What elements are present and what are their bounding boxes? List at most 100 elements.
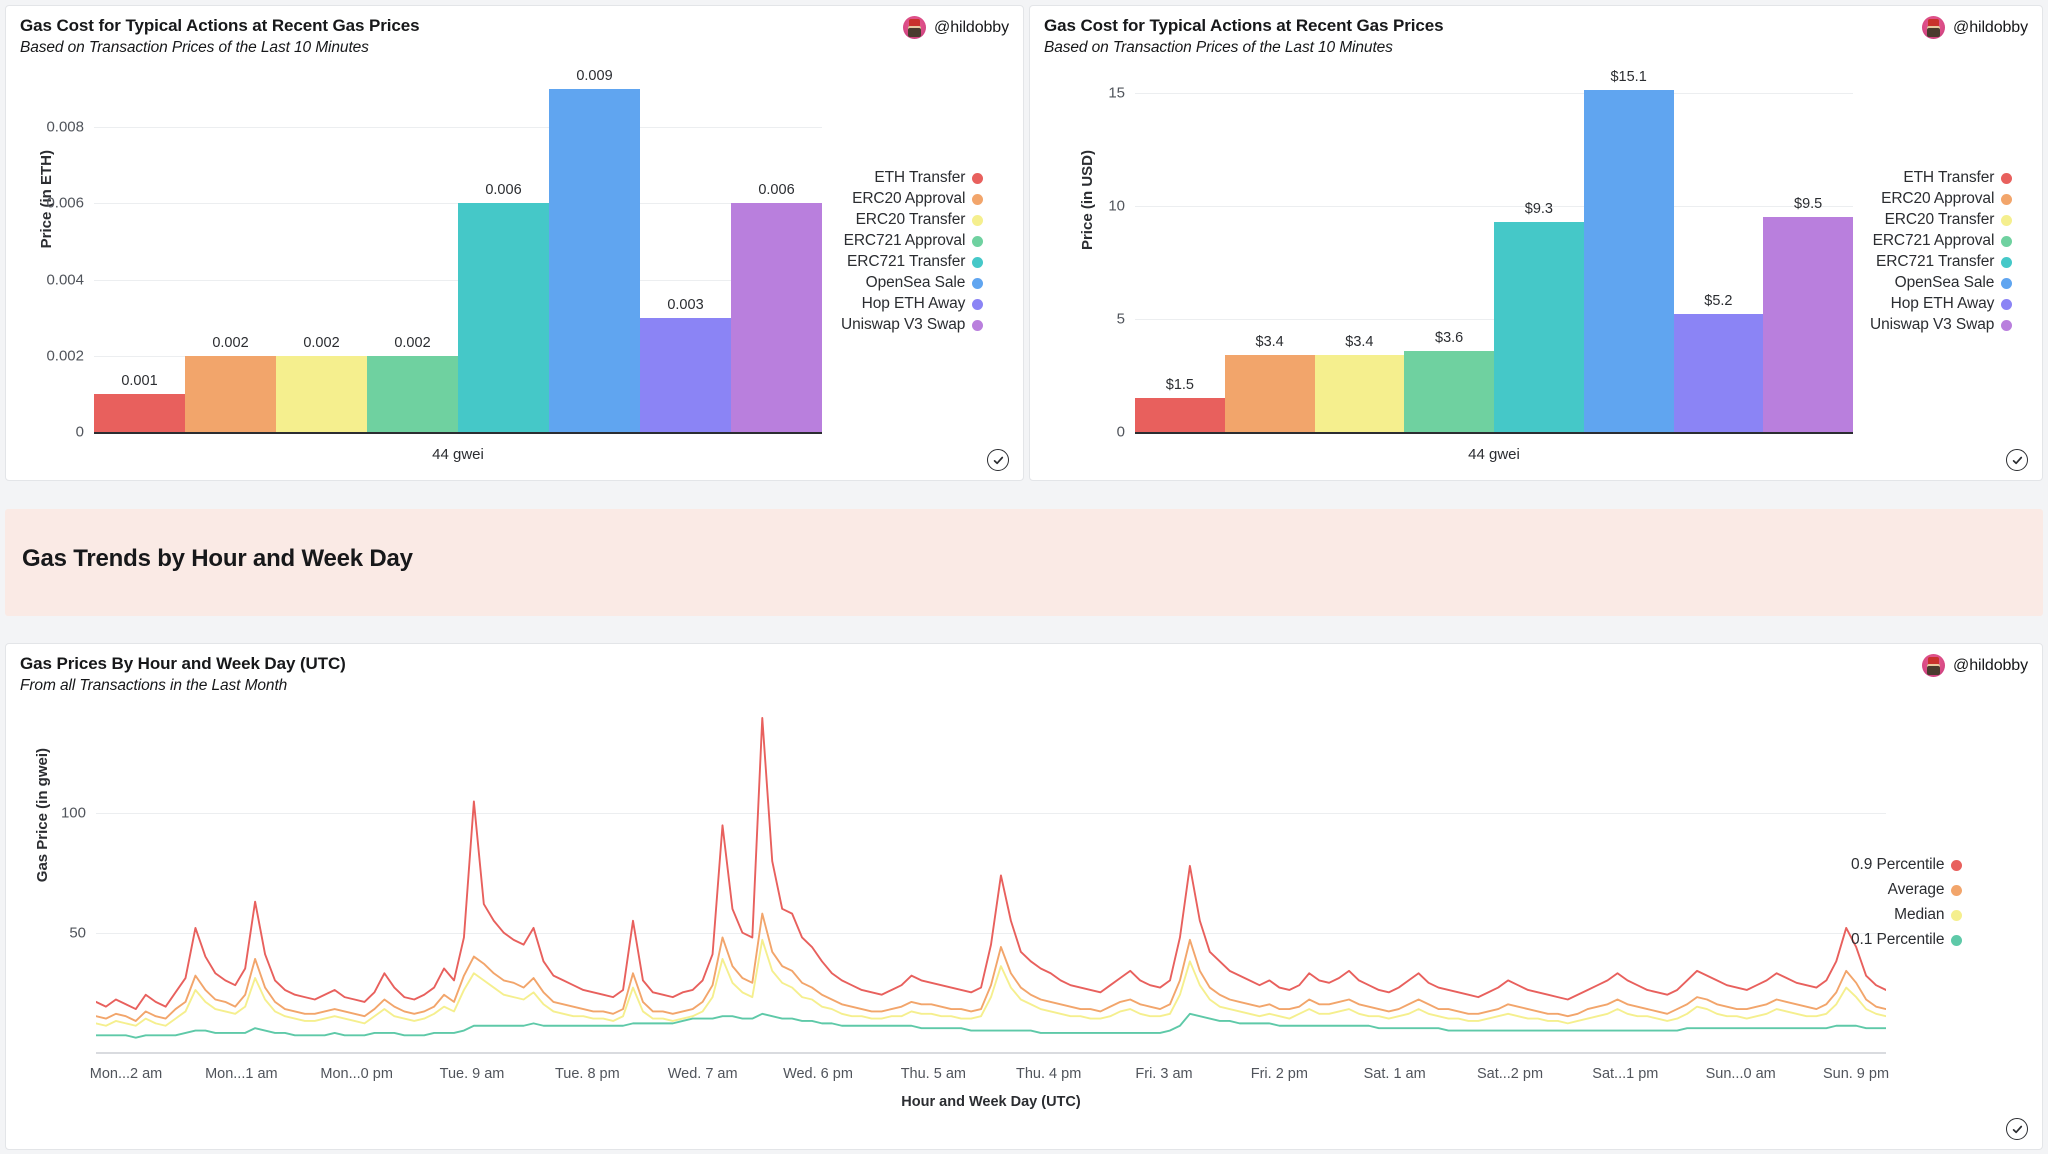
check-circle-icon[interactable]	[2006, 1118, 2028, 1140]
legend-item[interactable]: OpenSea Sale	[1895, 274, 2013, 292]
bar[interactable]	[1494, 221, 1584, 432]
y-axis-label: Gas Price (in gwei)	[34, 747, 51, 882]
bar-slot[interactable]: $1.5	[1135, 70, 1225, 432]
legend-label: Median	[1894, 906, 1945, 923]
panel-header: Gas Cost for Typical Actions at Recent G…	[20, 16, 1009, 57]
y-axis-tick: 0.006	[46, 194, 84, 212]
bar[interactable]	[276, 355, 367, 432]
y-axis-tick: 0.002	[46, 347, 84, 365]
bar[interactable]	[1404, 350, 1494, 432]
bar-slot[interactable]: 0.001	[94, 70, 185, 432]
legend-item[interactable]: ERC721 Transfer	[1876, 253, 2013, 271]
bar-slot[interactable]: $9.5	[1763, 70, 1853, 432]
x-axis-line	[1135, 432, 1853, 434]
x-axis-tick: Mon...0 pm	[320, 1066, 393, 1082]
y-axis-tick: 5	[1116, 310, 1125, 328]
legend-item[interactable]: Uniswap V3 Swap	[1870, 316, 2013, 334]
legend-label: ERC20 Transfer	[855, 211, 966, 228]
bar-slot[interactable]: $3.4	[1314, 70, 1405, 432]
bar[interactable]	[640, 317, 731, 432]
legend-label: Average	[1887, 881, 1945, 898]
legend-color-swatch	[972, 277, 984, 289]
bar[interactable]	[458, 203, 549, 432]
user-badge[interactable]: @hildobby	[903, 16, 1009, 39]
legend-item[interactable]: 0.9 Percentile	[1851, 856, 1963, 874]
bar[interactable]	[94, 393, 185, 432]
bar-slot[interactable]: $3.6	[1404, 70, 1494, 432]
legend-item[interactable]: Hop ETH Away	[862, 295, 984, 313]
x-axis-tick: Sat...1 pm	[1592, 1066, 1659, 1082]
legend-item[interactable]: Average	[1888, 881, 1963, 899]
legend-item[interactable]: ERC20 Transfer	[1885, 211, 2013, 229]
line-plot: Gas Price (in gwei) 50 100 Mon...2 am Mon...…	[34, 706, 1889, 1110]
bar-slot[interactable]: 0.002	[185, 70, 276, 432]
x-axis-tick: Mon...1 am	[205, 1066, 278, 1082]
bar[interactable]	[367, 355, 458, 432]
x-axis-tick: Tue. 8 pm	[554, 1066, 620, 1082]
panel-header: Gas Cost for Typical Actions at Recent G…	[1044, 16, 2028, 57]
legend-color-swatch	[2001, 277, 2013, 289]
dashboard-page: Gas Cost for Typical Actions at Recent G…	[0, 0, 2048, 1154]
check-circle-icon[interactable]	[987, 449, 1009, 471]
chart-legend[interactable]: ETH Transfer ERC20 Approval ERC20 Transfer…	[1870, 169, 2013, 334]
bar-slot[interactable]: $5.2	[1673, 70, 1764, 432]
bar-slot[interactable]: 0.003	[640, 70, 731, 432]
chart-legend[interactable]: 0.9 Percentile Average Median 0.1 Percentil…	[1851, 856, 1963, 949]
legend-label: ERC721 Approval	[1872, 232, 1995, 249]
legend-label: Uniswap V3 Swap	[1870, 316, 1995, 333]
legend-label: ERC721 Approval	[843, 232, 966, 249]
bar-slot[interactable]: 0.009	[549, 68, 640, 432]
bar[interactable]	[1673, 314, 1764, 432]
legend-item[interactable]: OpenSea Sale	[866, 274, 984, 292]
bar[interactable]	[731, 203, 822, 432]
bar-slot[interactable]: 0.002	[276, 70, 367, 432]
bar-value-label: 0.006	[485, 182, 522, 199]
user-badge[interactable]: @hildobby	[1922, 16, 2028, 39]
bar-value-label: $3.4	[1255, 334, 1284, 351]
legend-label: ETH Transfer	[874, 169, 966, 186]
y-axis-tick: 15	[1108, 84, 1125, 102]
bar[interactable]	[549, 89, 640, 432]
bar-slot[interactable]: 0.002	[367, 70, 458, 432]
legend-item[interactable]: Median	[1894, 906, 1963, 924]
legend-item[interactable]: Hop ETH Away	[1891, 295, 2013, 313]
bar[interactable]	[185, 355, 276, 432]
legend-item[interactable]: ERC721 Approval	[844, 232, 984, 250]
legend-item[interactable]: ERC721 Transfer	[847, 253, 984, 271]
y-axis-tick: 50	[69, 924, 86, 942]
check-circle-icon[interactable]	[2006, 449, 2028, 471]
legend-item[interactable]: ERC721 Approval	[1873, 232, 2013, 250]
legend-color-swatch	[2001, 319, 2013, 331]
avatar-pixel-icon	[1922, 16, 1946, 39]
bar[interactable]	[1314, 355, 1405, 432]
legend-item[interactable]: Uniswap V3 Swap	[841, 316, 984, 334]
y-axis-tick: 0	[1116, 423, 1125, 441]
user-badge[interactable]: @hildobby	[1922, 654, 2028, 677]
bar-slot[interactable]: $9.3	[1494, 70, 1584, 432]
legend-item[interactable]: ERC20 Approval	[852, 190, 984, 208]
legend-color-swatch	[1951, 884, 1963, 896]
legend-item[interactable]: ERC20 Approval	[1881, 190, 2013, 208]
bar[interactable]	[1135, 398, 1225, 432]
legend-item[interactable]: ETH Transfer	[874, 169, 984, 187]
legend-color-swatch	[972, 214, 984, 226]
avatar-pixel-icon	[903, 16, 927, 39]
legend-color-swatch	[2001, 214, 2013, 226]
chart-legend[interactable]: ETH Transfer ERC20 Approval ERC20 Transfer…	[841, 169, 984, 334]
legend-item[interactable]: ERC20 Transfer	[856, 211, 984, 229]
x-axis-tick: Thu. 4 pm	[1016, 1066, 1082, 1082]
bar-slot[interactable]: $3.4	[1224, 70, 1315, 432]
y-axis-tick: 0.004	[46, 271, 84, 289]
bar[interactable]	[1224, 355, 1315, 432]
bar-slot[interactable]: 0.006	[458, 70, 549, 432]
bar-value-label: 0.002	[212, 334, 249, 351]
legend-item[interactable]: ETH Transfer	[1903, 169, 2013, 187]
user-handle: @hildobby	[1953, 18, 2028, 36]
chart-title: Gas Cost for Typical Actions at Recent G…	[20, 16, 420, 35]
bar-slot[interactable]: $15.1	[1583, 69, 1674, 432]
bar-slot[interactable]: 0.006	[731, 70, 822, 432]
bar[interactable]	[1763, 217, 1853, 432]
bar[interactable]	[1583, 90, 1674, 432]
bar-value-label: $15.1	[1610, 69, 1647, 86]
legend-item[interactable]: 0.1 Percentile	[1851, 931, 1963, 949]
